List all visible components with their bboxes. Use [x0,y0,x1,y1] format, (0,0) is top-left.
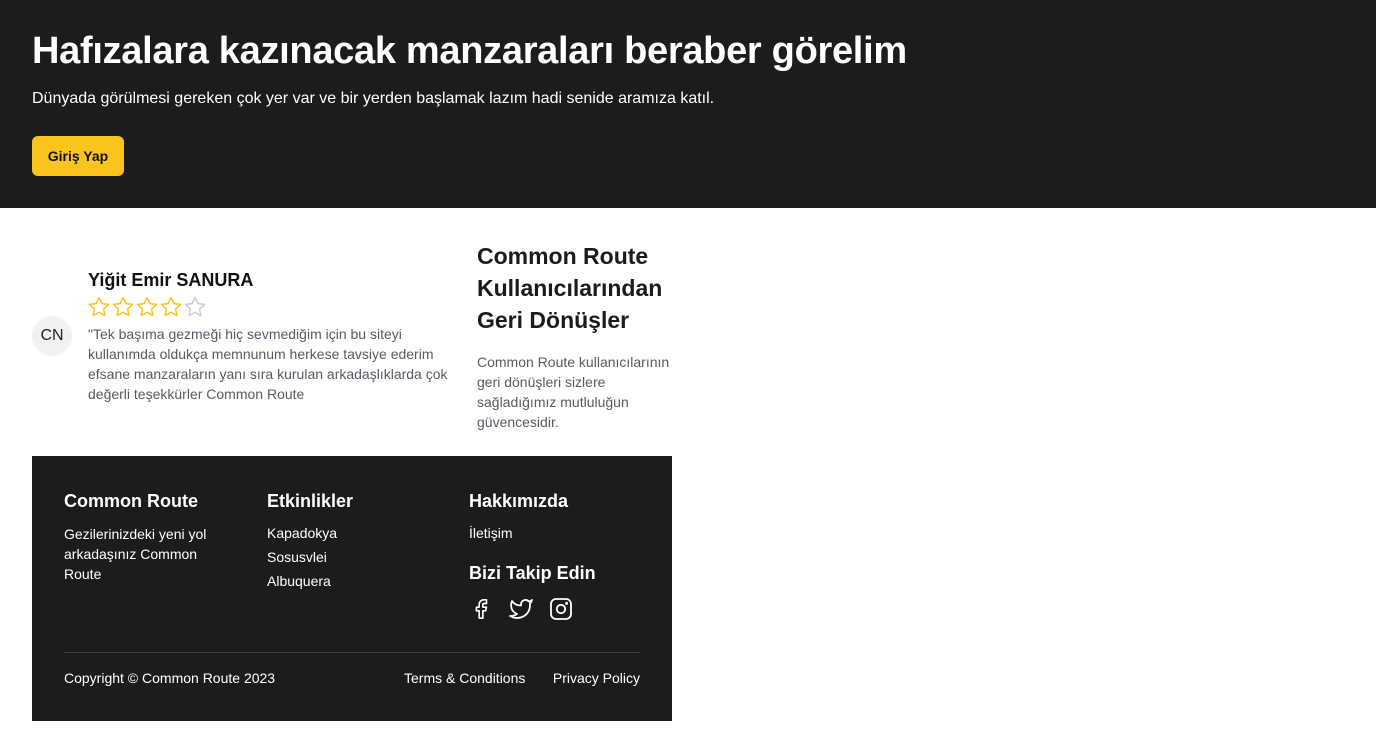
feedback-description: Common Route kullanıcılarının geri dönüş… [477,354,670,430]
footer-link-sosusvlei[interactable]: Sosusvlei [267,549,327,565]
footer: Common Route Gezilerinizdeki yeni yol ar… [32,456,672,721]
star-empty-icon [184,296,206,317]
copyright: Copyright © Common Route 2023 [64,670,276,686]
facebook-icon[interactable] [468,596,494,622]
hero-subtitle: Dünyada görülmesi gereken çok yer var ve… [32,90,715,107]
footer-brand-tagline: Gezilerinizdeki yeni yol arkadaşınız Com… [64,526,207,582]
feedback-title: Common Route Kullanıcılarından Geri Dönü… [477,243,663,333]
footer-brand-title: Common Route [64,491,198,511]
footer-follow-title: Bizi Takip Edin [469,563,596,583]
testimonial-quote: "Tek başıma gezmeği hiç sevmediğim için … [88,326,448,402]
star-filled-icon [88,296,110,317]
twitter-icon[interactable] [508,596,534,622]
reviewer-name: Yiğit Emir SANURA [88,270,254,290]
footer-about-title: Hakkımızda [469,491,569,511]
footer-link-contact[interactable]: İletişim [469,525,513,541]
star-filled-icon [112,296,134,317]
footer-events-title: Etkinlikler [267,491,354,511]
hero-section: Hafızalara kazınacak manzaraları beraber… [0,0,1376,208]
avatar: CN [32,316,72,356]
terms-link[interactable]: Terms & Conditions [404,670,525,686]
privacy-link[interactable]: Privacy Policy [553,670,640,686]
footer-link-albuquera[interactable]: Albuquera [267,573,331,589]
hero-title: Hafızalara kazınacak manzaraları beraber… [32,30,907,72]
login-button[interactable]: Giriş Yap [32,136,124,176]
footer-divider [64,652,640,653]
footer-link-kapadokya[interactable]: Kapadokya [267,525,337,541]
star-rating [87,295,207,321]
instagram-icon[interactable] [548,596,574,622]
star-filled-icon [160,296,182,317]
star-filled-icon [136,296,158,317]
